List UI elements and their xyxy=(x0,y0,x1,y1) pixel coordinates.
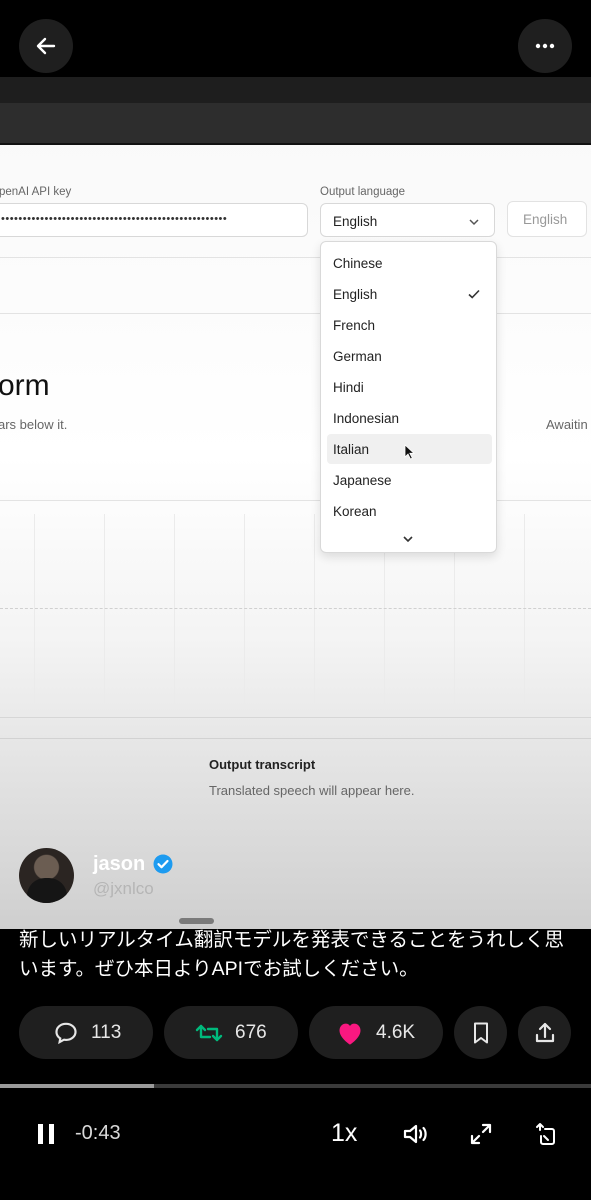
reply-count: 113 xyxy=(91,1021,122,1043)
api-key-label: penAI API key xyxy=(0,186,72,198)
bookmark-icon xyxy=(473,1022,488,1043)
status-text: Awaitin xyxy=(546,417,588,432)
pause-icon xyxy=(38,1124,54,1144)
language-option: English xyxy=(333,287,378,302)
verified-badge-icon xyxy=(153,854,173,874)
repost-button[interactable]: 676 xyxy=(164,1006,298,1059)
language-option: German xyxy=(333,349,382,364)
arrow-left-icon xyxy=(36,37,56,55)
like-count: 4.6K xyxy=(376,1021,416,1043)
rotate-screen-icon xyxy=(536,1123,555,1145)
waveform-baseline xyxy=(0,608,591,609)
language-option: Korean xyxy=(333,504,377,519)
drag-handle[interactable] xyxy=(179,918,214,924)
selected-language: English xyxy=(333,214,378,229)
api-key-value: ••••••••••••••••••••••••••••••••••••••••… xyxy=(1,213,228,225)
divider xyxy=(0,738,591,739)
video-top-bar xyxy=(0,77,591,103)
language-option: French xyxy=(333,318,376,333)
language-option: Chinese xyxy=(333,256,383,271)
checkmark-icon xyxy=(468,289,480,299)
output-language-label: Output language xyxy=(320,186,406,198)
video-progress-fill xyxy=(0,1084,154,1088)
like-button[interactable]: 4.6K xyxy=(309,1006,443,1059)
divider xyxy=(0,313,591,314)
video-divider xyxy=(0,143,591,145)
video-progress-bar[interactable] xyxy=(0,1084,591,1088)
time-remaining: -0:43 xyxy=(75,1122,121,1144)
fullscreen-button[interactable] xyxy=(465,1118,497,1150)
section-heading: orm xyxy=(0,369,50,402)
grid-line xyxy=(174,514,175,706)
transcript-title: Output transcript xyxy=(209,757,316,772)
grid-line xyxy=(104,514,105,706)
divider xyxy=(0,500,591,501)
repost-count: 676 xyxy=(235,1021,267,1043)
api-key-field: ••••••••••••••••••••••••••••••••••••••••… xyxy=(0,203,308,237)
output-language-select: English xyxy=(320,203,495,237)
section-subtext: ars below it. xyxy=(0,417,68,432)
language-option: Italian xyxy=(333,442,370,457)
language-option: Indonesian xyxy=(333,411,400,426)
author-handle[interactable]: @jxnlco xyxy=(93,879,154,899)
share-button[interactable] xyxy=(518,1006,571,1059)
mouse-cursor-icon xyxy=(404,444,416,460)
grid-line xyxy=(244,514,245,706)
language-option: Japanese xyxy=(333,473,392,488)
chevron-down-icon xyxy=(469,219,479,226)
bookmark-button[interactable] xyxy=(454,1006,507,1059)
volume-button[interactable] xyxy=(400,1118,432,1150)
rotate-button[interactable] xyxy=(530,1118,562,1150)
volume-icon xyxy=(403,1124,427,1144)
grid-line xyxy=(314,514,315,706)
transcript-placeholder: Translated speech will appear here. xyxy=(209,783,415,798)
author-name[interactable]: jason xyxy=(93,853,145,876)
back-button[interactable] xyxy=(19,19,73,73)
grid-line xyxy=(34,514,35,706)
video-player[interactable]: penAI API key ••••••••••••••••••••••••••… xyxy=(0,77,591,929)
pause-button[interactable] xyxy=(28,1116,64,1152)
more-horizontal-icon xyxy=(535,43,555,49)
fullscreen-icon xyxy=(470,1123,492,1145)
share-icon xyxy=(535,1022,554,1042)
language-dropdown: Chinese English French German Hindi Indo… xyxy=(320,241,497,553)
heart-icon xyxy=(339,1023,361,1045)
reply-button[interactable]: 113 xyxy=(19,1006,153,1059)
grid-line xyxy=(524,514,525,706)
divider xyxy=(0,717,591,718)
reply-icon xyxy=(55,1022,77,1044)
chevron-down-icon xyxy=(403,536,413,543)
repost-icon xyxy=(195,1024,223,1041)
language-button: English xyxy=(507,201,587,237)
video-toolbar xyxy=(0,103,591,143)
playback-speed-button[interactable]: 1x xyxy=(331,1119,357,1148)
divider xyxy=(0,257,591,258)
more-options-button[interactable] xyxy=(518,19,572,73)
language-option: Hindi xyxy=(333,380,364,395)
avatar[interactable] xyxy=(19,848,74,903)
language-button-label: English xyxy=(523,212,568,227)
post-caption: 新しいリアルタイム翻訳モデルを発表できることをうれしく思います。ぜひ本日よりAP… xyxy=(19,929,565,980)
